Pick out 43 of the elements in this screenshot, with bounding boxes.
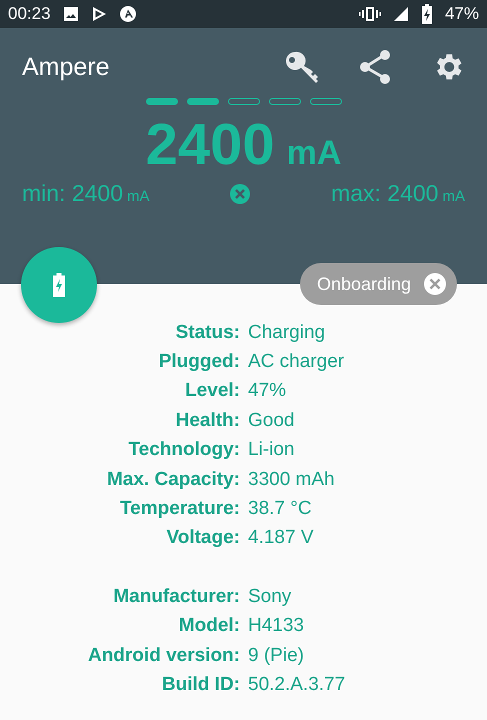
image-icon (62, 6, 79, 22)
current-unit: mA (286, 134, 342, 173)
share-icon[interactable] (359, 50, 391, 84)
info-value: AC charger (248, 351, 346, 374)
info-label: Manufacturer: (112, 586, 240, 608)
info-label: Health: (174, 410, 240, 432)
info-label: Level: (184, 380, 240, 402)
info-label: Model: (178, 615, 240, 638)
app-title: Ampere (22, 52, 111, 82)
clear-icon[interactable] (229, 182, 252, 204)
battery-charging-icon (52, 273, 66, 297)
info-value: 47% (248, 380, 288, 402)
info-value: Li-ion (248, 439, 296, 462)
clock: 00:23 (8, 4, 51, 24)
battery-percentage: 47% (444, 4, 479, 24)
info-value: 9 (Pie) (248, 644, 305, 667)
current-value: 2400 (146, 111, 275, 178)
info-value: Sony (248, 586, 292, 608)
info-label: Max. Capacity: (106, 468, 240, 491)
info-label: Voltage: (165, 527, 240, 550)
info-value: 4.187 V (248, 527, 314, 550)
info-value: 38.7 °C (248, 498, 313, 520)
info-value: 3300 mAh (248, 468, 336, 491)
battery-fab[interactable] (21, 247, 97, 323)
info-label: Status: (174, 322, 240, 344)
key-icon[interactable] (285, 50, 319, 84)
onboarding-chip[interactable]: Onboarding (300, 263, 458, 305)
info-value: 50.2.A.3.77 (248, 674, 346, 696)
min-reading: min: 2400 mA (22, 180, 150, 207)
info-label: Android version: (86, 644, 240, 667)
battery-charging-icon (420, 4, 433, 24)
close-icon[interactable] (423, 272, 448, 296)
signal-icon (392, 6, 409, 22)
info-label: Plugged: (158, 351, 240, 374)
info-value: H4133 (248, 615, 305, 638)
info-label: Temperature: (118, 498, 240, 520)
info-value: Good (248, 410, 296, 432)
info-value: Charging (248, 322, 326, 344)
vibrate-icon (358, 6, 381, 22)
info-label: Technology: (127, 439, 240, 462)
max-reading: max: 2400 mA (331, 180, 465, 207)
play-icon (90, 6, 107, 22)
info-label: Build ID: (160, 674, 240, 696)
